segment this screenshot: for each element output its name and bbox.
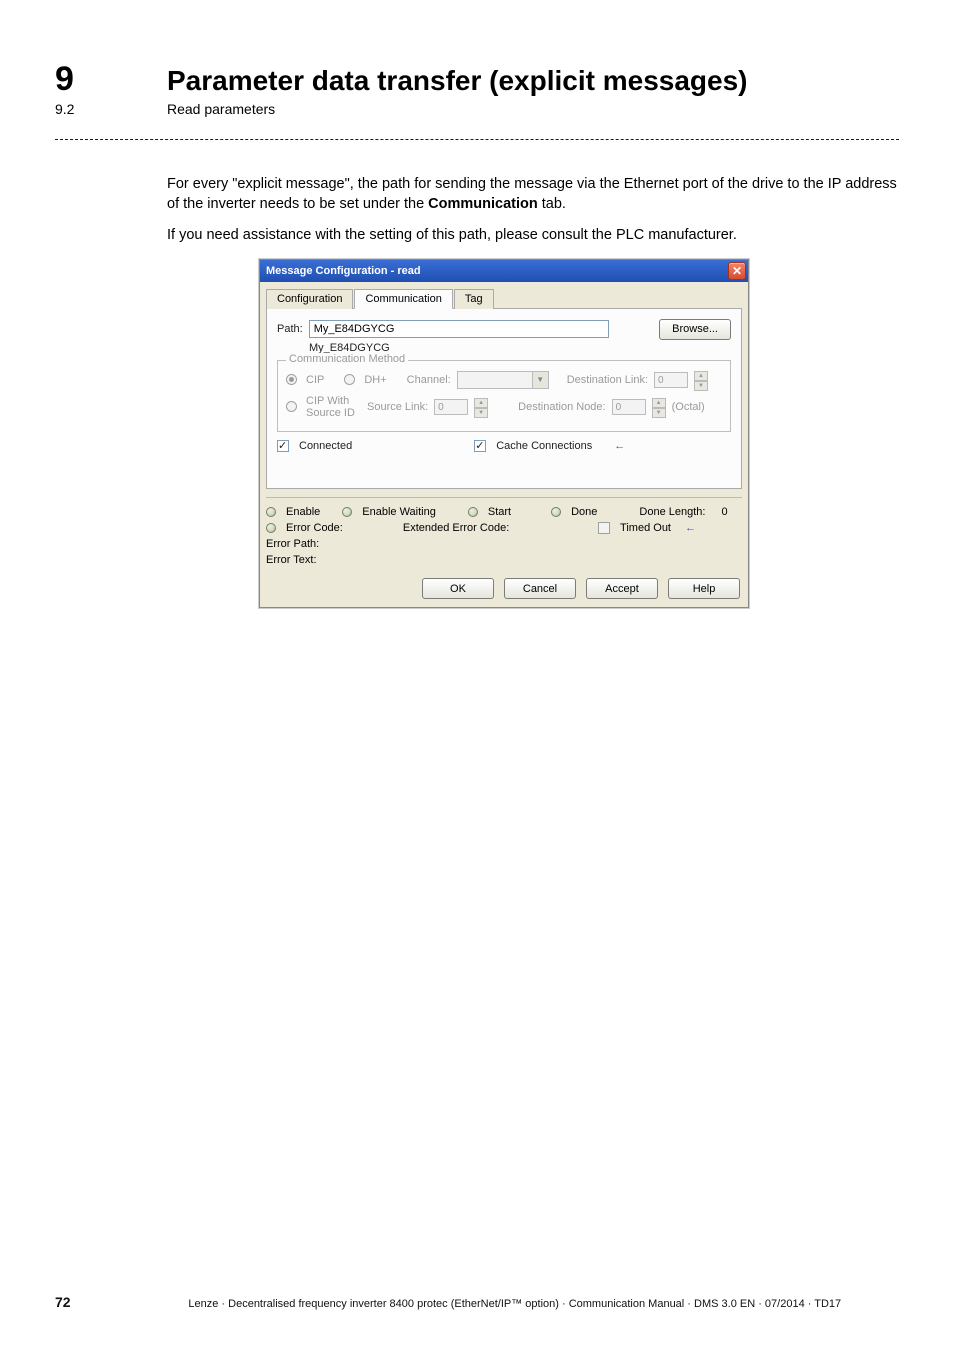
tab-configuration[interactable]: Configuration [266,289,353,309]
subsection-number: 9.2 [55,101,167,117]
dest-node-spinner: ▲▼ [652,398,666,416]
dialog-window: Message Configuration - read ✕ Configura… [259,259,749,608]
subsection-title: Read parameters [167,101,275,117]
cancel-button[interactable]: Cancel [504,578,576,599]
communication-method-group: Communication Method CIP DH+ Channel: ▼ … [277,360,731,432]
enable-label: Enable [286,506,320,518]
arrow-left-icon: ← [614,440,625,452]
source-link-label: Source Link: [367,401,428,413]
titlebar: Message Configuration - read ✕ [260,260,748,282]
timed-out-label: Timed Out [620,522,671,534]
footer-text: Lenze · Decentralised frequency inverter… [131,1298,899,1310]
radio-cip-label: CIP [306,374,324,386]
connected-checkbox[interactable] [277,440,289,452]
dialog-title: Message Configuration - read [266,265,728,277]
connected-label: Connected [299,440,352,452]
paragraph-1: For every "explicit message", the path f… [167,174,899,215]
enable-led [266,507,276,517]
accept-button[interactable]: Accept [586,578,658,599]
ok-button[interactable]: OK [422,578,494,599]
path-label: Path: [277,323,303,335]
enable-waiting-led [342,507,352,517]
dest-node-label: Destination Node: [518,401,605,413]
divider [55,139,899,140]
browse-button[interactable]: Browse... [659,319,731,340]
cache-connections-label: Cache Connections [496,440,592,452]
path-input[interactable] [309,320,609,338]
dest-link-spinner: ▲▼ [694,371,708,389]
ext-error-code-label: Extended Error Code: [403,522,509,534]
radio-cip-with-source-label: CIP With Source ID [306,395,361,419]
tab-strip: Configuration Communication Tag [266,288,742,309]
chapter-title: Parameter data transfer (explicit messag… [167,65,748,97]
paragraph-1-bold: Communication [428,196,538,212]
help-button[interactable]: Help [668,578,740,599]
dest-link-value: 0 [654,372,688,388]
source-link-value: 0 [434,399,468,415]
source-link-spinner: ▲▼ [474,398,488,416]
enable-waiting-label: Enable Waiting [362,506,436,518]
timed-out-checkbox [598,522,610,534]
close-icon[interactable]: ✕ [728,262,746,280]
radio-cip [286,374,297,385]
done-label: Done [571,506,597,518]
octal-label: (Octal) [672,401,705,413]
chevron-down-icon: ▼ [532,372,548,388]
done-led [551,507,561,517]
error-code-label: Error Code: [286,522,343,534]
channel-combo: ▼ [457,371,549,389]
done-length-value: 0 [721,506,727,518]
done-length-label: Done Length: [639,506,705,518]
dest-node-value: 0 [612,399,646,415]
tab-tag[interactable]: Tag [454,289,494,309]
paragraph-1-b: tab. [538,196,566,212]
error-code-led [266,523,276,533]
radio-dhplus-label: DH+ [364,374,386,386]
channel-label: Channel: [407,374,451,386]
radio-cip-with-source [286,401,297,412]
start-label: Start [488,506,511,518]
dest-link-label: Destination Link: [567,374,648,386]
arrow-left-icon-2: ← [685,522,696,534]
page-number: 72 [55,1294,71,1310]
chapter-number: 9 [55,60,167,99]
paragraph-2: If you need assistance with the setting … [167,225,899,245]
radio-dhplus [344,374,355,385]
error-path-label: Error Path: [266,538,319,550]
start-led [468,507,478,517]
cache-connections-checkbox[interactable] [474,440,486,452]
tab-communication[interactable]: Communication [354,289,452,309]
group-legend: Communication Method [286,353,408,365]
error-text-label: Error Text: [266,554,317,566]
